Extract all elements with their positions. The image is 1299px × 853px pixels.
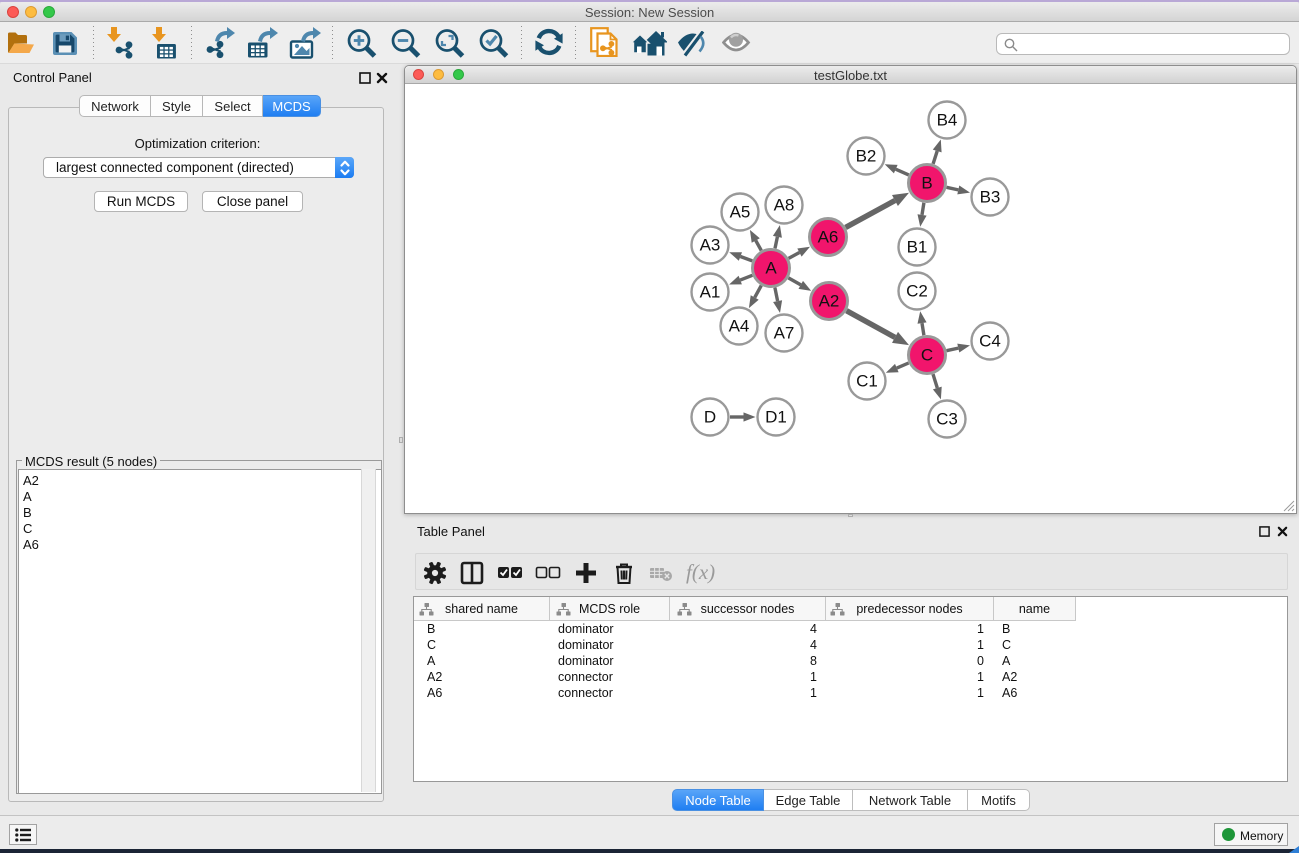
svg-text:C: C <box>921 346 933 365</box>
svg-text:A3: A3 <box>700 236 721 255</box>
svg-text:C2: C2 <box>906 282 928 301</box>
svg-text:A5: A5 <box>730 203 751 222</box>
svg-text:B2: B2 <box>856 147 877 166</box>
svg-text:A4: A4 <box>729 317 750 336</box>
svg-text:C4: C4 <box>979 332 1001 351</box>
svg-text:A8: A8 <box>774 196 795 215</box>
svg-text:B: B <box>921 174 932 193</box>
svg-text:C1: C1 <box>856 372 878 391</box>
svg-text:B1: B1 <box>907 238 928 257</box>
svg-text:A6: A6 <box>818 228 839 247</box>
svg-text:A: A <box>765 259 777 278</box>
svg-text:D1: D1 <box>765 408 787 427</box>
svg-text:B3: B3 <box>980 188 1001 207</box>
svg-text:C3: C3 <box>936 410 958 429</box>
svg-text:A1: A1 <box>700 283 721 302</box>
svg-text:A2: A2 <box>819 292 840 311</box>
svg-text:B4: B4 <box>937 111 958 130</box>
svg-text:A7: A7 <box>774 324 795 343</box>
svg-text:D: D <box>704 408 716 427</box>
